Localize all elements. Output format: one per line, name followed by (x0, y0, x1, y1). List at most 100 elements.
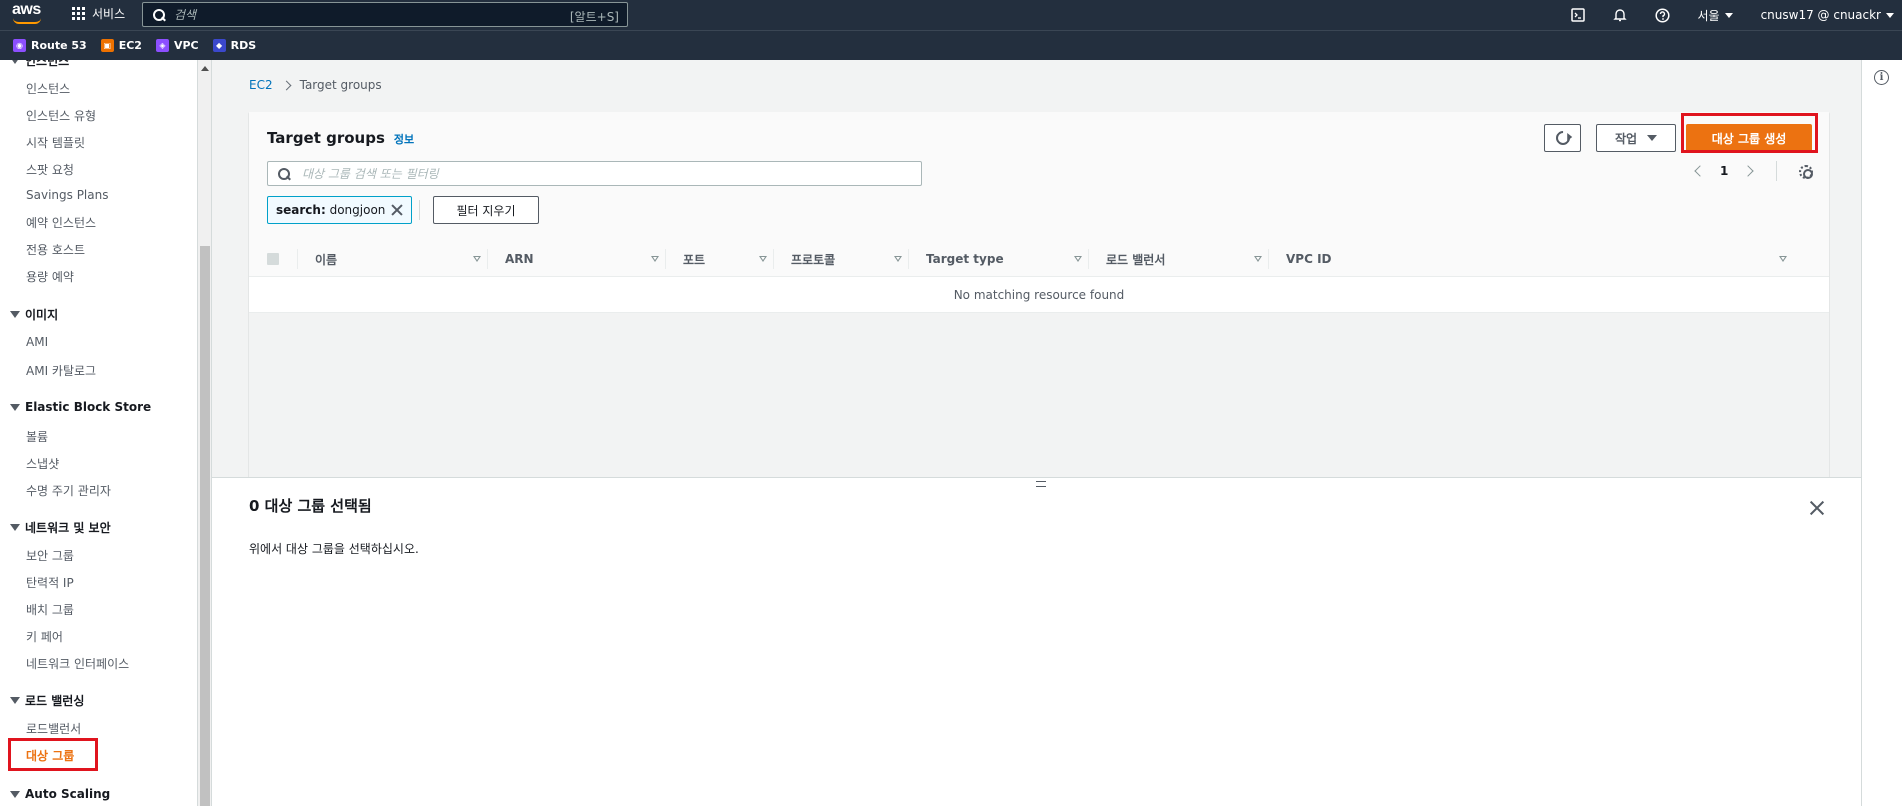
sidebar-item-instances[interactable]: 인스턴스 (26, 80, 70, 97)
sidebar-section-ebs[interactable]: Elastic Block Store (10, 400, 151, 414)
filter-search[interactable] (267, 161, 922, 186)
sort-icon (651, 256, 659, 262)
sidebar-item-instance-types[interactable]: 인스턴스 유형 (26, 107, 96, 124)
sidebar-scrollbar[interactable] (198, 60, 212, 806)
sidebar-section-label: 네트워크 및 보안 (25, 521, 111, 535)
sort-icon (473, 256, 481, 262)
top-navigation: aws 서비스 [알트+S] 서울 cnusw17 @ cnuackr (0, 0, 1902, 30)
filter-token-key: search: (276, 203, 326, 217)
notifications-bell-icon[interactable] (1605, 0, 1635, 30)
column-header-port[interactable]: 포트 (665, 241, 773, 277)
sidebar-section-label: 이미지 (25, 308, 59, 322)
pagination: 1 (1694, 164, 1755, 178)
chevron-right-icon[interactable] (1742, 165, 1755, 177)
split-panel-title: 0 대상 그룹 선택됨 (249, 497, 372, 515)
breadcrumb-ec2-link[interactable]: EC2 (249, 78, 273, 92)
favorite-vpc[interactable]: ◈ VPC (155, 39, 199, 52)
sidebar-section-label: 인스턴스 (25, 60, 70, 68)
column-header-target-type[interactable]: Target type (908, 241, 1088, 277)
sort-icon (894, 256, 902, 262)
topnav-right: 서울 cnusw17 @ cnuackr (1557, 0, 1902, 30)
route53-icon: ◉ (13, 39, 26, 52)
column-header-label: 프로토콜 (791, 252, 836, 267)
resize-handle-icon[interactable] (1036, 481, 1046, 487)
sidebar-section-load-balancing[interactable]: 로드 밸런싱 (10, 692, 84, 709)
sidebar-item-snapshots[interactable]: 스냅샷 (26, 455, 59, 472)
sidebar-item-network-interfaces[interactable]: 네트워크 인터페이스 (26, 655, 129, 672)
breadcrumb-current: Target groups (299, 78, 382, 92)
page-number[interactable]: 1 (1720, 164, 1728, 178)
sidebar-item-lifecycle-manager[interactable]: 수명 주기 관리자 (26, 482, 111, 499)
column-header-label: 로드 밸런서 (1106, 252, 1166, 267)
sidebar-item-spot-requests[interactable]: 스팟 요청 (26, 161, 74, 178)
region-selector[interactable]: 서울 (1697, 7, 1733, 24)
sidebar-item-dedicated-hosts[interactable]: 전용 호스트 (26, 241, 85, 258)
caret-down-icon (10, 403, 20, 411)
sidebar-item-capacity-reservations[interactable]: 용량 예약 (26, 268, 74, 285)
remove-filter-close-icon[interactable] (391, 204, 403, 216)
clear-filters-button[interactable]: 필터 지우기 (433, 196, 539, 224)
sidebar-item-savings-plans[interactable]: Savings Plans (26, 188, 108, 202)
help-icon[interactable] (1647, 0, 1677, 30)
select-all-checkbox[interactable] (267, 253, 279, 265)
chevron-right-icon (281, 80, 292, 90)
favorite-label: VPC (173, 39, 199, 52)
sidebar-item-placement-groups[interactable]: 배치 그룹 (26, 601, 74, 618)
sidebar-section-instances[interactable]: 인스턴스 (10, 60, 69, 69)
column-header-vpc-id[interactable]: VPC ID (1268, 241, 1793, 277)
sidebar-section-auto-scaling[interactable]: Auto Scaling (10, 787, 110, 801)
search-shortcut-hint: [알트+S] (569, 10, 619, 24)
sidebar-item-security-groups[interactable]: 보안 그룹 (26, 547, 74, 564)
actions-dropdown-button[interactable]: 작업 (1596, 124, 1676, 152)
filter-search-input[interactable] (302, 166, 902, 181)
column-header-label: 이름 (315, 252, 338, 267)
settings-gear-icon[interactable] (1799, 165, 1813, 179)
sidebar-item-launch-templates[interactable]: 시작 템플릿 (26, 134, 85, 151)
favorite-ec2[interactable]: ▣ EC2 (100, 39, 142, 52)
column-header-name[interactable]: 이름 (297, 241, 487, 277)
column-header-label: Target type (926, 252, 1004, 266)
global-search[interactable]: [알트+S] (142, 2, 628, 27)
aws-logo-text: aws (12, 1, 41, 18)
sidebar-item-key-pairs[interactable]: 키 페어 (26, 628, 63, 645)
sort-icon (1074, 256, 1082, 262)
column-header-arn[interactable]: ARN (487, 241, 665, 277)
cloudshell-icon[interactable] (1563, 0, 1593, 30)
close-icon[interactable] (1809, 500, 1825, 516)
info-link[interactable]: 정보 (394, 131, 414, 147)
highlight-box (8, 738, 98, 771)
sidebar-section-label: 로드 밸런싱 (25, 694, 85, 708)
search-icon (278, 167, 290, 180)
sidebar-navigation: 인스턴스 인스턴스 인스턴스 유형 시작 템플릿 스팟 요청 Savings P… (0, 60, 198, 806)
sort-icon (1254, 256, 1262, 262)
caret-down-icon (10, 60, 20, 64)
aws-logo[interactable]: aws (12, 2, 46, 26)
sidebar-item-load-balancers[interactable]: 로드밸런서 (26, 720, 81, 737)
sidebar-section-network-security[interactable]: 네트워크 및 보안 (10, 519, 111, 536)
caret-down-icon (10, 697, 20, 704)
refresh-button[interactable] (1544, 124, 1581, 152)
account-menu[interactable]: cnusw17 @ cnuackr (1761, 8, 1894, 22)
table-empty-area (249, 313, 1829, 477)
empty-message-text: No matching resource found (953, 287, 1125, 302)
scroll-up-arrow-icon[interactable] (201, 66, 209, 71)
column-header-load-balancer[interactable]: 로드 밸런서 (1088, 241, 1268, 277)
sidebar-item-volumes[interactable]: 볼륨 (26, 428, 48, 445)
info-icon[interactable]: i (1874, 70, 1889, 85)
global-search-input[interactable] (174, 7, 554, 22)
chevron-down-icon (1886, 12, 1894, 18)
column-header-protocol[interactable]: 프로토콜 (773, 241, 908, 277)
sidebar-item-elastic-ips[interactable]: 탄력적 IP (26, 574, 74, 591)
favorite-route53[interactable]: ◉ Route 53 (13, 39, 87, 52)
services-menu-button[interactable]: 서비스 (72, 5, 125, 22)
favorite-rds[interactable]: ◆ RDS (212, 39, 256, 52)
sidebar-item-ami-catalog[interactable]: AMI 카탈로그 (26, 362, 96, 379)
filter-token: search: dongjoon (267, 196, 413, 224)
chevron-left-icon[interactable] (1694, 165, 1706, 177)
scrollbar-thumb[interactable] (200, 246, 210, 806)
sidebar-section-images[interactable]: 이미지 (10, 306, 58, 323)
caret-down-icon (10, 524, 20, 531)
sidebar-item-ami[interactable]: AMI (26, 335, 48, 349)
panel-title: Target groups 정보 (267, 129, 414, 147)
sidebar-item-reserved-instances[interactable]: 예약 인스턴스 (26, 214, 96, 231)
